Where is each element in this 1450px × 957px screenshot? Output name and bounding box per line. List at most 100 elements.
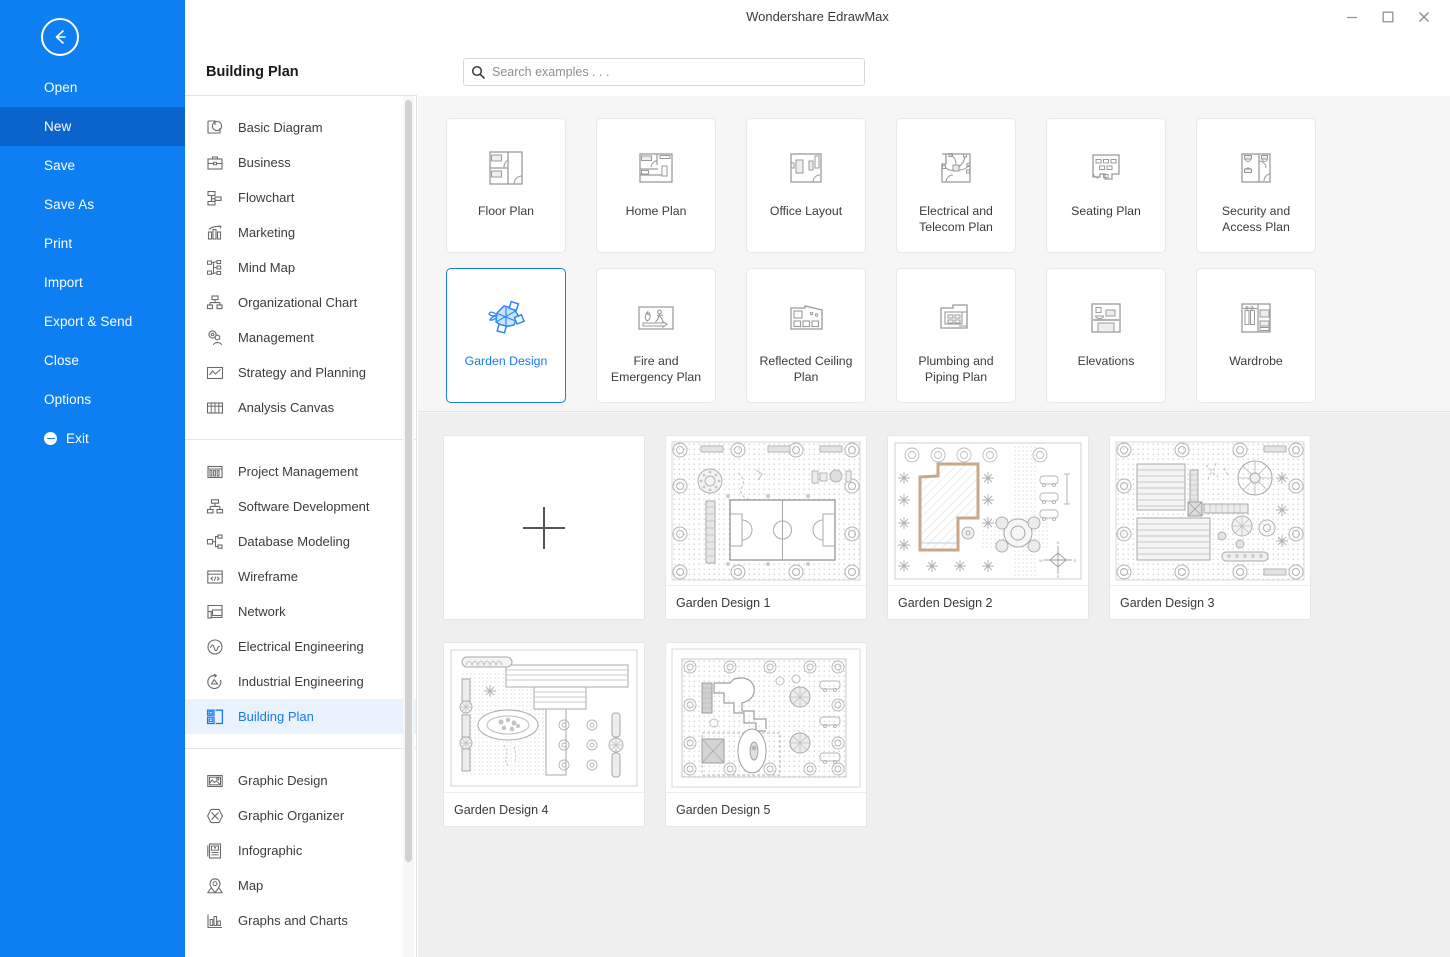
diagram-type-garden-design[interactable]: Garden Design xyxy=(446,268,566,403)
category-group-divider xyxy=(185,748,416,749)
category-panel: Basic Diagram Business Flowchart Marketi… xyxy=(185,96,417,957)
garden-design-icon xyxy=(480,291,532,345)
category-item-electrical-engineering[interactable]: Electrical Engineering xyxy=(185,629,416,664)
minus-circle-icon xyxy=(44,432,57,445)
back-arrow-icon[interactable] xyxy=(41,18,79,56)
minimize-button[interactable] xyxy=(1334,3,1370,31)
category-item-graphs-and-charts[interactable]: Graphs and Charts xyxy=(185,903,416,938)
main-content: Floor Plan Home Plan Office Layout Elect… xyxy=(418,96,1450,957)
diagram-type-home-plan[interactable]: Home Plan xyxy=(596,118,716,253)
rail-item-label: Options xyxy=(44,392,92,407)
flowchart-icon xyxy=(204,187,226,209)
category-item-label: Management xyxy=(238,330,314,345)
rail-item-new[interactable]: New xyxy=(0,107,185,146)
rail-item-list: Open New Save Save As Print Import Expor… xyxy=(0,68,185,458)
category-item-software-development[interactable]: Software Development xyxy=(185,489,416,524)
rail-item-save-as[interactable]: Save As xyxy=(0,185,185,224)
rail-item-options[interactable]: Options xyxy=(0,380,185,419)
category-item-analysis-canvas[interactable]: Analysis Canvas xyxy=(185,390,416,425)
example-card-garden-design-1[interactable]: Garden Design 1 xyxy=(665,435,867,620)
category-item-label: Basic Diagram xyxy=(238,120,323,135)
svg-text:W: W xyxy=(1039,558,1043,563)
search-box[interactable] xyxy=(463,58,865,86)
rail-item-save[interactable]: Save xyxy=(0,146,185,185)
briefcase-icon xyxy=(204,152,226,174)
category-item-label: Graphic Organizer xyxy=(238,808,345,823)
rail-item-exit[interactable]: Exit xyxy=(0,419,185,458)
category-item-label: Network xyxy=(238,604,286,619)
category-scrollbar[interactable] xyxy=(403,96,414,957)
garden-2-thumb: N S E W xyxy=(888,436,1088,585)
rail-item-print[interactable]: Print xyxy=(0,224,185,263)
category-item-management[interactable]: Management xyxy=(185,320,416,355)
diagram-type-plumbing-and-piping-plan[interactable]: Plumbing and Piping Plan xyxy=(896,268,1016,403)
close-button[interactable] xyxy=(1406,3,1442,31)
diagram-type-office-layout[interactable]: Office Layout xyxy=(746,118,866,253)
category-item-business[interactable]: Business xyxy=(185,145,416,180)
category-item-infographic[interactable]: Infographic xyxy=(185,833,416,868)
category-item-building-plan[interactable]: Building Plan xyxy=(185,699,416,734)
seating-plan-icon xyxy=(1082,141,1130,195)
category-item-basic-diagram[interactable]: Basic Diagram xyxy=(185,110,416,145)
line-chart-icon xyxy=(204,362,226,384)
diagram-type-label: Security and Access Plan xyxy=(1221,204,1291,234)
security-access-icon xyxy=(1232,141,1280,195)
category-item-project-management[interactable]: Project Management xyxy=(185,454,416,489)
category-item-industrial-engineering[interactable]: Industrial Engineering xyxy=(185,664,416,699)
category-item-flowchart[interactable]: Flowchart xyxy=(185,180,416,215)
window-title: Wondershare EdrawMax xyxy=(746,9,889,24)
rail-item-import[interactable]: Import xyxy=(0,263,185,302)
category-item-database-modeling[interactable]: Database Modeling xyxy=(185,524,416,559)
electrical-telecom-icon xyxy=(932,141,980,195)
category-item-label: Graphic Design xyxy=(238,773,328,788)
fire-emergency-icon xyxy=(632,291,680,345)
category-item-label: Marketing xyxy=(238,225,296,240)
category-item-label: Wireframe xyxy=(238,569,298,584)
category-item-mind-map[interactable]: Mind Map xyxy=(185,250,416,285)
hexagon-x-icon xyxy=(204,805,226,827)
diagram-type-electrical-and-telecom-plan[interactable]: Electrical and Telecom Plan xyxy=(896,118,1016,253)
map-pin-icon xyxy=(204,875,226,897)
category-item-graphic-organizer[interactable]: Graphic Organizer xyxy=(185,798,416,833)
svg-text:S: S xyxy=(1057,574,1060,579)
category-scrollbar-thumb[interactable] xyxy=(405,100,412,862)
example-card-garden-design-3[interactable]: Garden Design 3 xyxy=(1109,435,1311,620)
new-blank-document-card[interactable] xyxy=(443,435,645,620)
examples-grid: Garden Design 1 N S E W Garden Design 2 … xyxy=(418,413,1450,957)
rail-item-export-send[interactable]: Export & Send xyxy=(0,302,185,341)
diagram-type-label: Electrical and Telecom Plan xyxy=(919,204,993,234)
category-item-marketing[interactable]: Marketing xyxy=(185,215,416,250)
category-group-divider xyxy=(185,439,416,440)
diagram-type-seating-plan[interactable]: Seating Plan xyxy=(1046,118,1166,253)
image-frame-icon xyxy=(204,770,226,792)
example-card-garden-design-5[interactable]: Garden Design 5 xyxy=(665,642,867,827)
infographic-icon xyxy=(204,840,226,862)
diagram-type-grid: Floor Plan Home Plan Office Layout Elect… xyxy=(418,96,1450,412)
diagram-type-fire-and-emergency-plan[interactable]: Fire and Emergency Plan xyxy=(596,268,716,403)
diagram-type-security-and-access-plan[interactable]: Security and Access Plan xyxy=(1196,118,1316,253)
rail-item-open[interactable]: Open xyxy=(0,68,185,107)
category-item-network[interactable]: Network xyxy=(185,594,416,629)
search-input[interactable] xyxy=(492,65,864,79)
diagram-type-reflected-ceiling-plan[interactable]: Reflected Ceiling Plan xyxy=(746,268,866,403)
rail-item-label: New xyxy=(44,119,72,134)
category-item-label: Map xyxy=(238,878,264,893)
example-card-garden-design-4[interactable]: Garden Design 4 xyxy=(443,642,645,827)
diagram-type-floor-plan[interactable]: Floor Plan xyxy=(446,118,566,253)
example-card-garden-design-2[interactable]: N S E W Garden Design 2 xyxy=(887,435,1089,620)
category-item-organizational-chart[interactable]: Organizational Chart xyxy=(185,285,416,320)
diagram-type-label: Wardrobe xyxy=(1229,354,1283,368)
maximize-button[interactable] xyxy=(1370,3,1406,31)
example-label: Garden Design 5 xyxy=(666,792,866,826)
category-item-map[interactable]: Map xyxy=(185,868,416,903)
diagram-type-elevations[interactable]: Elevations xyxy=(1046,268,1166,403)
category-item-label: Database Modeling xyxy=(238,534,351,549)
category-item-wireframe[interactable]: Wireframe xyxy=(185,559,416,594)
category-item-graphic-design[interactable]: Graphic Design xyxy=(185,763,416,798)
network-devices-icon xyxy=(204,601,226,623)
basic-diagram-icon xyxy=(204,117,226,139)
rail-item-label: Save xyxy=(44,158,76,173)
rail-item-close[interactable]: Close xyxy=(0,341,185,380)
diagram-type-wardrobe[interactable]: Wardrobe xyxy=(1196,268,1316,403)
category-item-strategy-and-planning[interactable]: Strategy and Planning xyxy=(185,355,416,390)
